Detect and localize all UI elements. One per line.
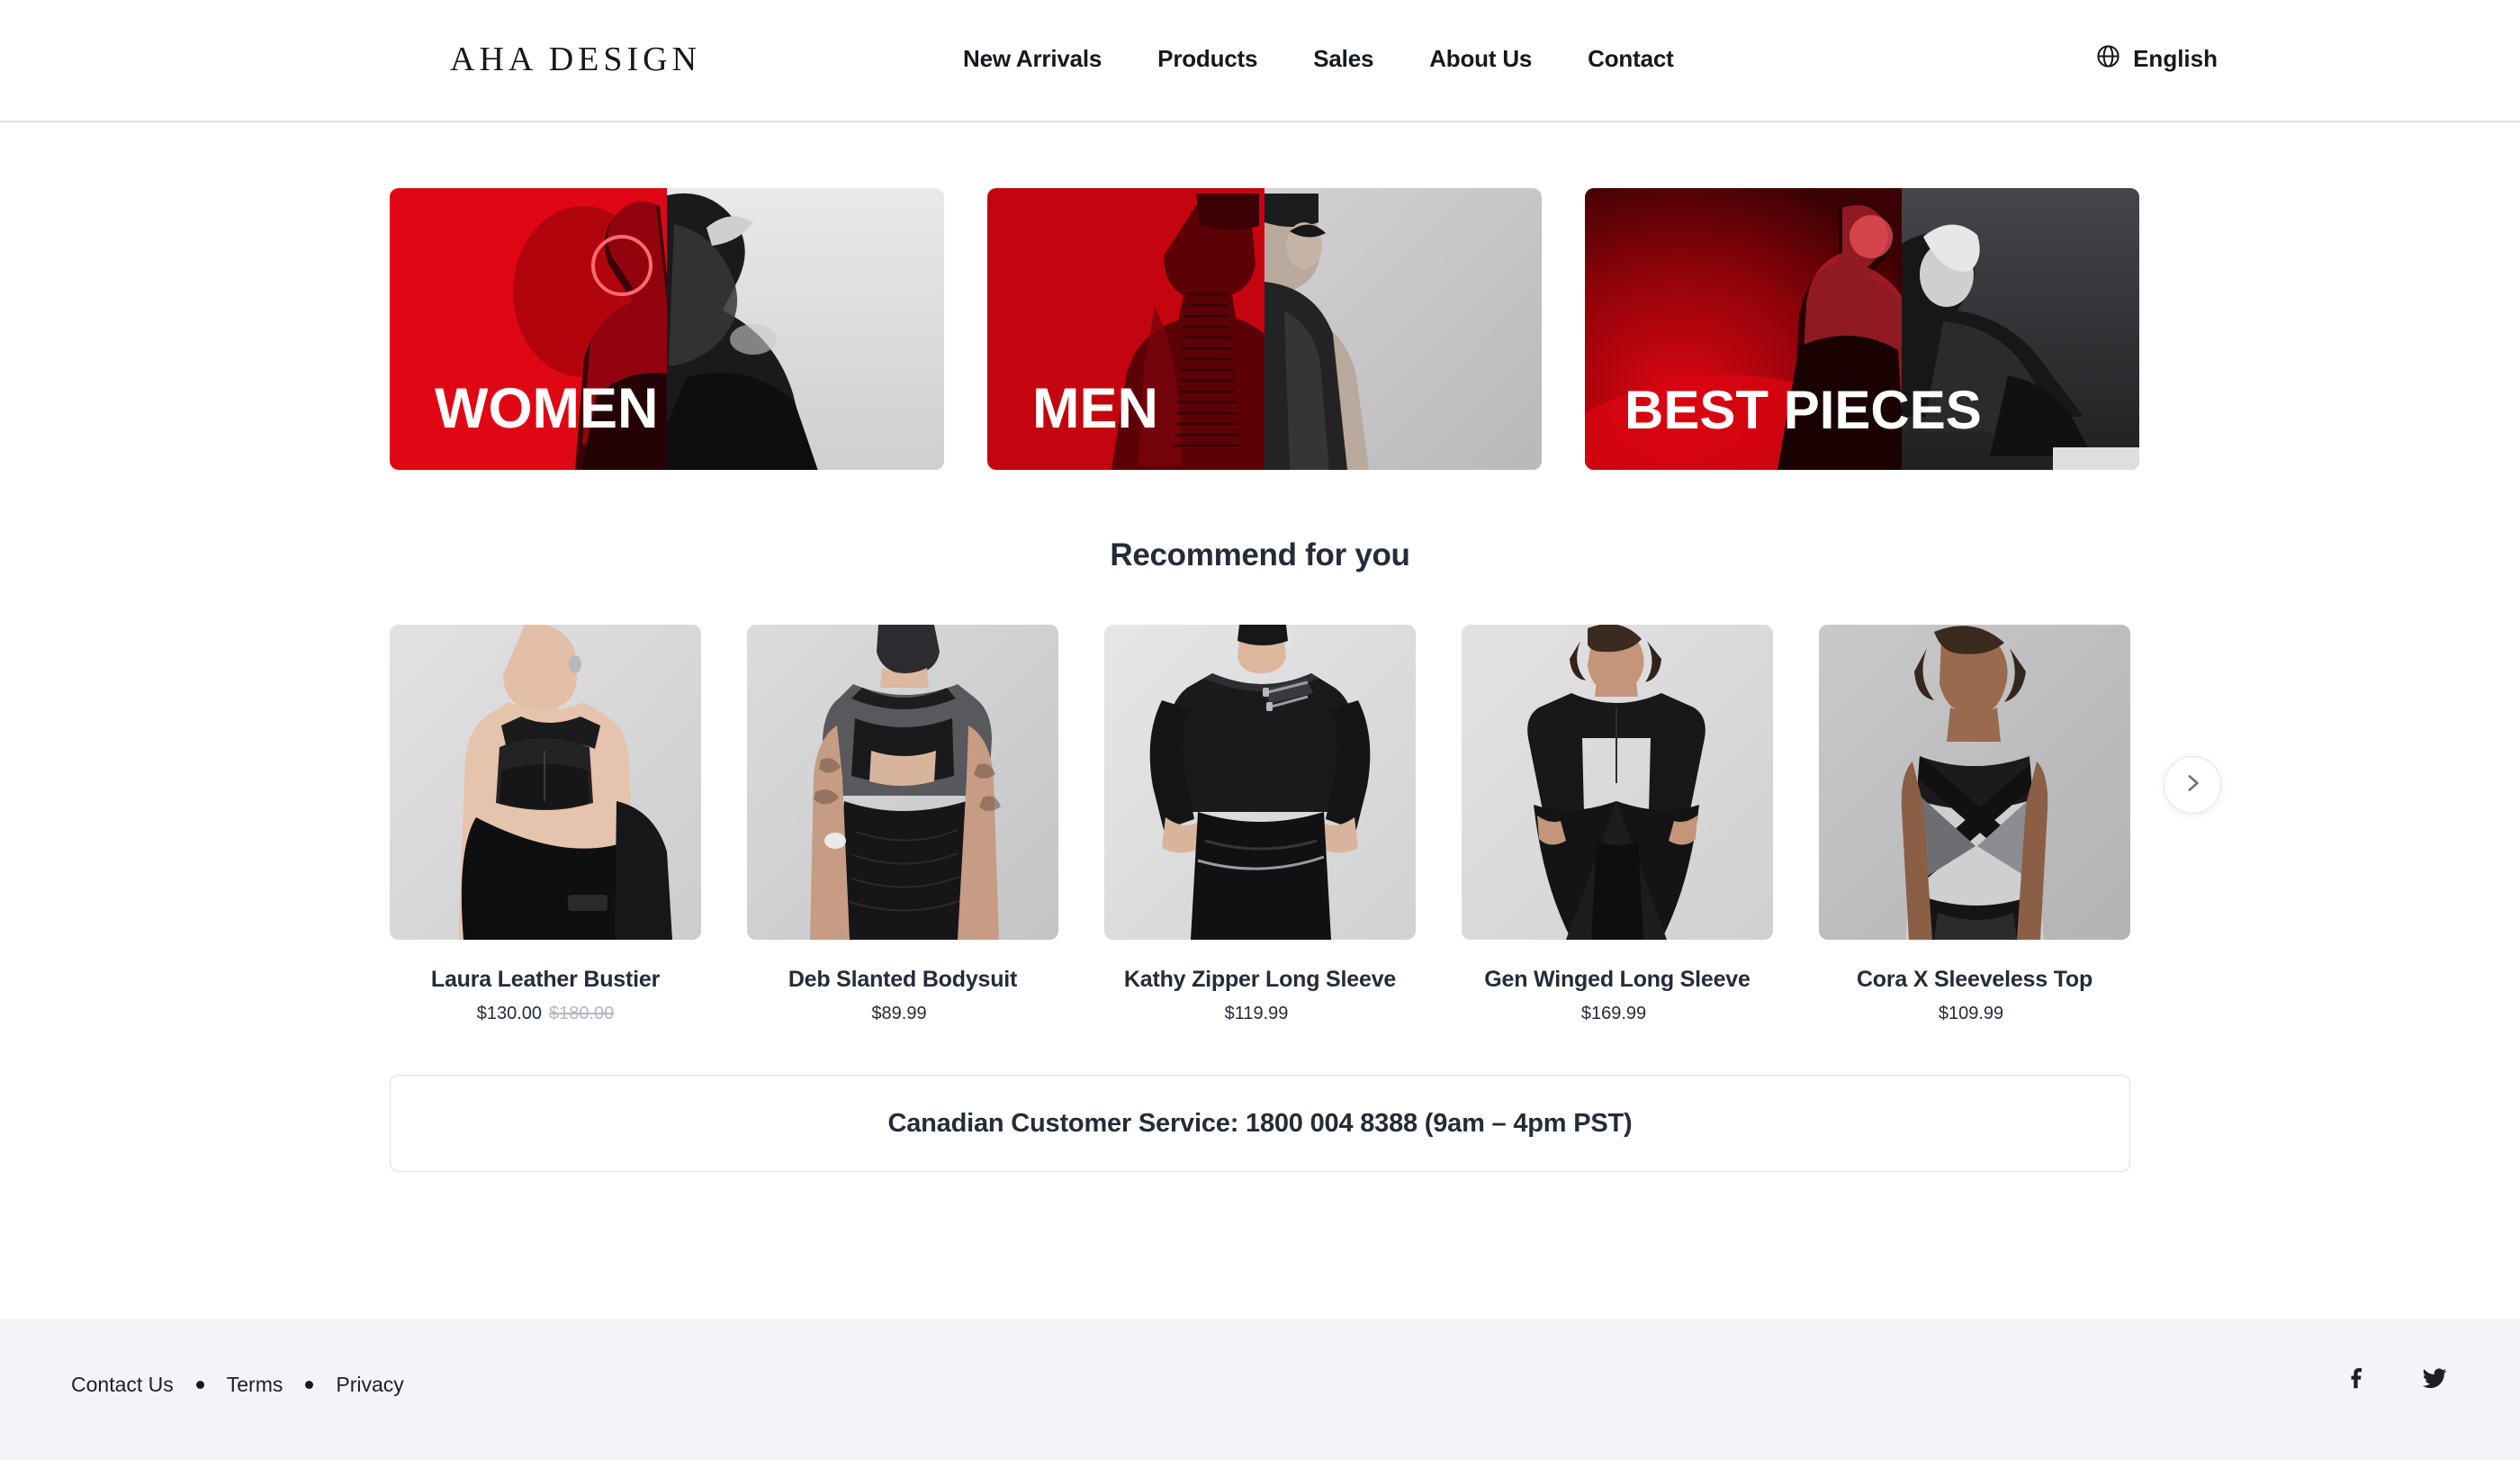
carousel-next-button[interactable]	[2164, 756, 2221, 814]
product-card[interactable]: Deb Slanted Bodysuit $89.99	[747, 625, 1058, 1024]
customer-service-text: Canadian Customer Service: 1800 004 8388…	[887, 1108, 1633, 1138]
banner-women-label: WOMEN	[435, 377, 659, 440]
site-header: AHA DESIGN New Arrivals Products Sales A…	[0, 0, 2520, 122]
product-card[interactable]: Kathy Zipper Long Sleeve $119.99	[1104, 625, 1416, 1024]
banner-best-pieces-label: BEST PIECES	[1624, 380, 1982, 440]
product-name: Kathy Zipper Long Sleeve	[1123, 967, 1397, 992]
product-image	[1104, 625, 1416, 940]
nav-about-us[interactable]: About Us	[1429, 45, 1532, 73]
language-selector[interactable]: English	[2095, 43, 2218, 74]
twitter-icon[interactable]	[2420, 1364, 2449, 1397]
banner-best-pieces[interactable]: BEST PIECES	[1585, 188, 2139, 470]
banner-men-label: MEN	[1032, 377, 1158, 440]
product-old-price: $180.00	[549, 1004, 615, 1023]
footer-social-links	[2344, 1364, 2449, 1397]
product-name: Cora X Sleeveless Top	[1856, 967, 2093, 992]
product-price-row: $109.99	[1819, 1004, 2130, 1024]
banner-women[interactable]: WOMEN	[390, 188, 944, 470]
site-footer: Contact Us Terms Privacy	[0, 1319, 2520, 1460]
footer-separator-dot	[195, 1381, 204, 1389]
footer-link-contact-us[interactable]: Contact Us	[71, 1373, 174, 1397]
product-price: $169.99	[1580, 1004, 1647, 1023]
category-banner-row: WOMEN MEN BEST PIECES	[390, 188, 2139, 470]
product-price-row: $130.00 $180.00	[390, 1004, 701, 1024]
recommend-section-title: Recommend for you	[1110, 537, 1410, 572]
brand-logo[interactable]: AHA DESIGN	[450, 40, 701, 79]
banner-men[interactable]: MEN	[987, 188, 1542, 470]
nav-products[interactable]: Products	[1157, 45, 1257, 73]
nav-sales[interactable]: Sales	[1313, 45, 1373, 73]
product-image	[747, 625, 1058, 940]
product-name: Gen Winged Long Sleeve	[1484, 967, 1750, 992]
product-price-row: $169.99	[1462, 1004, 1773, 1024]
facebook-icon[interactable]	[2344, 1364, 2372, 1397]
footer-link-privacy[interactable]: Privacy	[336, 1373, 403, 1397]
product-price: $130.00	[476, 1004, 542, 1023]
product-price: $89.99	[871, 1004, 927, 1023]
product-price: $119.99	[1224, 1004, 1289, 1023]
product-image	[390, 625, 701, 940]
product-price-row: $119.99	[1104, 1004, 1416, 1024]
nav-new-arrivals[interactable]: New Arrivals	[963, 45, 1102, 73]
main-navigation: New Arrivals Products Sales About Us Con…	[963, 45, 1674, 73]
chevron-right-icon	[2181, 771, 2204, 799]
product-image	[1462, 625, 1773, 940]
nav-contact[interactable]: Contact	[1588, 45, 1674, 73]
product-price: $109.99	[1938, 1004, 2004, 1023]
product-name: Deb Slanted Bodysuit	[788, 967, 1018, 992]
footer-links: Contact Us Terms Privacy	[71, 1373, 404, 1397]
customer-service-banner[interactable]: Canadian Customer Service: 1800 004 8388…	[390, 1075, 2130, 1172]
footer-link-terms[interactable]: Terms	[227, 1373, 284, 1397]
language-label: English	[2133, 44, 2218, 72]
product-card[interactable]: Laura Leather Bustier $130.00 $180.00	[390, 625, 701, 1024]
product-card[interactable]: Gen Winged Long Sleeve $169.99	[1462, 625, 1773, 1024]
footer-separator-dot	[305, 1381, 314, 1389]
globe-icon	[2095, 43, 2121, 74]
product-price-row: $89.99	[747, 1004, 1058, 1024]
product-name: Laura Leather Bustier	[430, 967, 661, 992]
product-card[interactable]: Cora X Sleeveless Top $109.99	[1819, 625, 2130, 1024]
product-carousel: Laura Leather Bustier $130.00 $180.00 De…	[390, 625, 2130, 1024]
product-image	[1819, 625, 2130, 940]
